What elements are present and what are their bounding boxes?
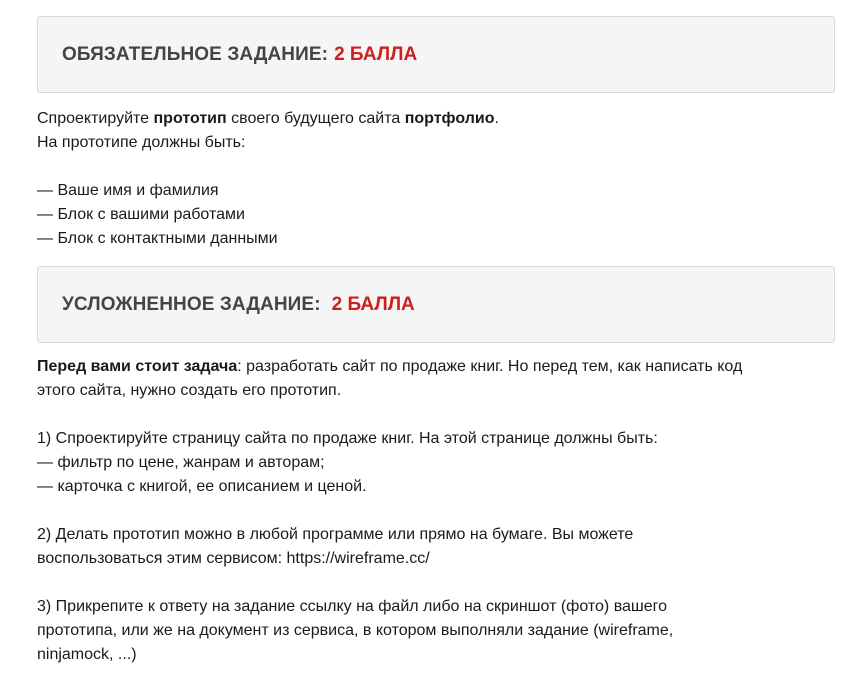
- required-task-title: ОБЯЗАТЕЛЬНОЕ ЗАДАНИЕ:: [62, 43, 329, 65]
- text-fragment: Спроектируйте: [37, 110, 154, 127]
- list-item: — Блок с контактными данными: [37, 230, 278, 247]
- bold-prototype: прототип: [153, 110, 227, 127]
- list-item: — Блок с вашими работами: [37, 206, 245, 223]
- bold-task-intro: Перед вами стоит задача: [37, 358, 238, 375]
- advanced-intro-line-1: Перед вами стоит задача: разработать сай…: [37, 355, 835, 379]
- text-fragment: своего будущего сайта: [226, 110, 405, 127]
- step-3-line-1: 3) Прикрепите к ответу на задание ссылку…: [37, 598, 668, 615]
- required-task-line-2: На прототипе должны быть:: [37, 134, 246, 151]
- step-3-line-2: прототипа, или же на документ из сервиса…: [37, 622, 674, 639]
- text-fragment: : разработать сайт по продаже книг. Но п…: [237, 358, 743, 375]
- advanced-task-description: Перед вами стоит задача: разработать сай…: [37, 355, 835, 667]
- step-2-line-1: 2) Делать прототип можно в любой програм…: [37, 526, 634, 543]
- step-3-line-3: ninjamock, ...): [37, 646, 137, 663]
- advanced-task-title: УСЛОЖНЕННОЕ ЗАДАНИЕ:: [62, 293, 321, 315]
- step-1-line-2: — фильтр по цене, жанрам и авторам;: [37, 454, 325, 471]
- text-fragment: .: [494, 110, 499, 127]
- required-task-line-1: Спроектируйте прототип своего будущего с…: [37, 107, 835, 131]
- bold-portfolio: портфолио: [404, 110, 495, 127]
- step-1-line-3: — карточка с книгой, ее описанием и цено…: [37, 478, 367, 495]
- assignment-content: ОБЯЗАТЕЛЬНОЕ ЗАДАНИЕ: 2 БАЛЛА Спроектиру…: [37, 16, 835, 667]
- advanced-intro-line-2: этого сайта, нужно создать его прототип.: [37, 382, 342, 399]
- step-2-line-2: воспользоваться этим сервисом: https://w…: [37, 547, 835, 571]
- advanced-task-header: УСЛОЖНЕННОЕ ЗАДАНИЕ: 2 БАЛЛА: [37, 266, 835, 343]
- advanced-task-points: 2 БАЛЛА: [331, 293, 415, 315]
- text-fragment: воспользоваться этим сервисом:: [37, 550, 287, 567]
- required-task-header: ОБЯЗАТЕЛЬНОЕ ЗАДАНИЕ: 2 БАЛЛА: [37, 16, 835, 93]
- step-1-line-1: 1) Спроектируйте страницу сайта по прода…: [37, 430, 658, 447]
- required-task-points: 2 БАЛЛА: [334, 43, 418, 65]
- required-task-description: Спроектируйте прототип своего будущего с…: [37, 107, 835, 251]
- list-item: — Ваше имя и фамилия: [37, 182, 219, 199]
- wireframe-link[interactable]: https://wireframe.cc/: [287, 550, 430, 567]
